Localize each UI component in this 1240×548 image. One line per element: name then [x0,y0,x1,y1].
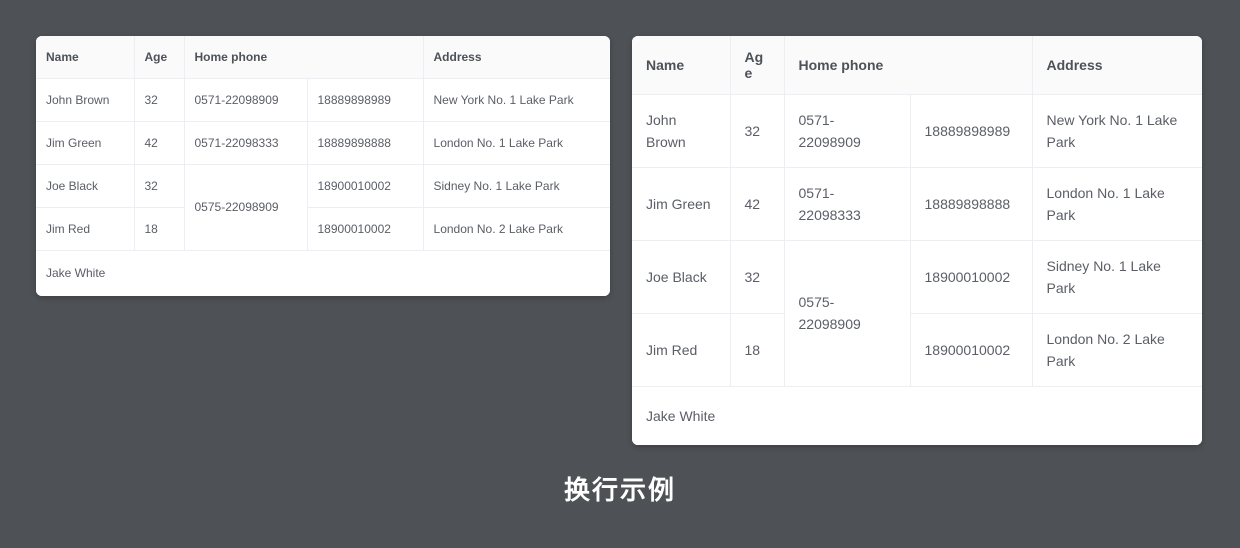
cell-phone-primary-merged: 0575-22098909 [784,240,911,387]
screen-root: Name Age Home phone Address John Brown 3… [0,0,1240,548]
table-row[interactable]: Joe Black 32 0575-22098909 18900010002 S… [632,240,1202,387]
table-row[interactable]: Jim Red 18 18900010002 London No. 2 Lake… [632,313,1202,387]
column-header-address[interactable]: Address [1032,36,1202,95]
compact-table-head: Name Age Home phone Address [36,36,610,79]
cell-phone-mobile: 18889898989 [307,78,424,122]
cell-age: 32 [134,164,185,208]
cell-name[interactable]: John Brown [632,94,731,168]
cell-name[interactable]: Joe Black [632,240,731,314]
compact-header-row: Name Age Home phone Address [36,36,610,79]
column-header-address[interactable]: Address [423,36,610,79]
cell-phone-primary: 0571-22098333 [184,121,308,165]
wrapping-table-card: Name Age Home phone Address John Brown 3… [632,36,1202,445]
column-header-age[interactable]: Age [134,36,185,79]
cell-phone-primary: 0571-22098909 [784,94,911,168]
cell-address: New York No. 1 Lake Park [1032,94,1202,168]
cell-age: 42 [730,167,785,241]
wrapping-table-head: Name Age Home phone Address [632,36,1202,95]
cell-address: London No. 2 Lake Park [423,207,610,251]
cell-phone-mobile: 18900010002 [307,207,424,251]
cell-phone-mobile: 18900010002 [910,240,1033,314]
cell-name[interactable]: Jim Green [36,121,135,165]
table-row[interactable]: Jim Red 18 18900010002 London No. 2 Lake… [36,207,610,251]
cell-footer-name[interactable]: Jake White [632,386,1202,445]
cell-address: New York No. 1 Lake Park [423,78,610,122]
cell-age: 18 [730,313,785,387]
cell-name[interactable]: Joe Black [36,164,135,208]
cell-phone-mobile: 18900010002 [910,313,1033,387]
table-footer-row[interactable]: Jake White [36,250,610,296]
cell-phone-primary: 0571-22098333 [784,167,911,241]
cell-age: 42 [134,121,185,165]
table-footer-row[interactable]: Jake White [632,386,1202,445]
cell-name[interactable]: Jim Red [36,207,135,251]
column-header-home-phone[interactable]: Home phone [784,36,1033,95]
cell-phone-primary-merged: 0575-22098909 [184,164,308,251]
cell-address: London No. 1 Lake Park [423,121,610,165]
cell-age: 32 [134,78,185,122]
cell-phone-mobile: 18900010002 [307,164,424,208]
compact-table-body: John Brown 32 0571-22098909 18889898989 … [36,78,610,296]
cell-phone-primary: 0571-22098909 [184,78,308,122]
cell-address: Sidney No. 1 Lake Park [423,164,610,208]
column-header-home-phone[interactable]: Home phone [184,36,424,79]
cell-name[interactable]: Jim Red [632,313,731,387]
compact-data-table: Name Age Home phone Address John Brown 3… [36,36,610,296]
cell-name[interactable]: John Brown [36,78,135,122]
cell-age: 32 [730,240,785,314]
cell-age: 32 [730,94,785,168]
cell-phone-mobile: 18889898888 [910,167,1033,241]
cell-address: London No. 1 Lake Park [1032,167,1202,241]
wrapping-table-body: John Brown 32 0571-22098909 18889898989 … [632,94,1202,445]
table-row[interactable]: John Brown 32 0571-22098909 18889898989 … [632,94,1202,168]
cell-address: London No. 2 Lake Park [1032,313,1202,387]
cell-address: Sidney No. 1 Lake Park [1032,240,1202,314]
column-header-age[interactable]: Age [730,36,785,95]
cell-phone-mobile: 18889898989 [910,94,1033,168]
column-header-name[interactable]: Name [632,36,731,95]
cell-footer-name[interactable]: Jake White [36,250,610,296]
cell-phone-mobile: 18889898888 [307,121,424,165]
cell-age: 18 [134,207,185,251]
table-row[interactable]: John Brown 32 0571-22098909 18889898989 … [36,78,610,122]
column-header-name[interactable]: Name [36,36,135,79]
cell-name[interactable]: Jim Green [632,167,731,241]
page-caption: 换行示例 [563,476,676,506]
wrapping-data-table: Name Age Home phone Address John Brown 3… [632,36,1202,445]
wrapping-header-row: Name Age Home phone Address [632,36,1202,95]
compact-table-card: Name Age Home phone Address John Brown 3… [36,36,610,296]
table-row[interactable]: Jim Green 42 0571-22098333 18889898888 L… [632,167,1202,241]
table-row[interactable]: Jim Green 42 0571-22098333 18889898888 L… [36,121,610,165]
table-row[interactable]: Joe Black 32 0575-22098909 18900010002 S… [36,164,610,251]
